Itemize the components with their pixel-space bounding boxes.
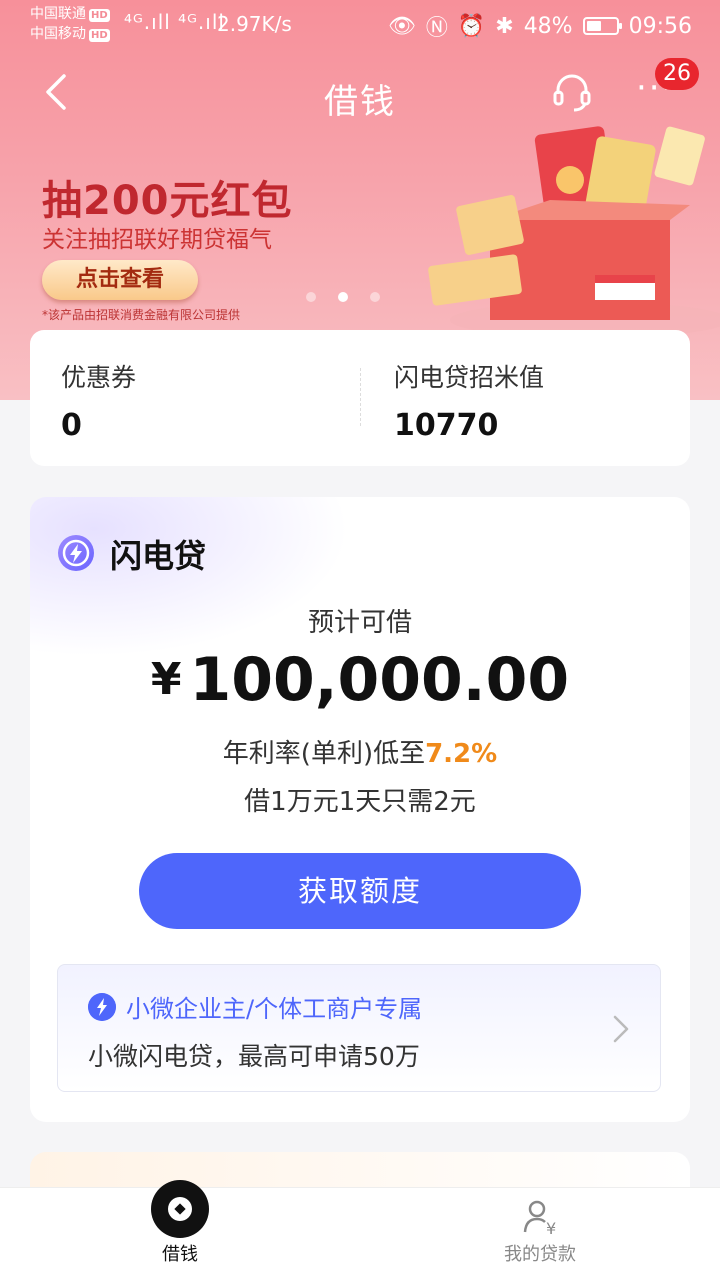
carrier-1: 中国联通 <box>30 6 86 22</box>
account-summary-card: 优惠券 0 闪电贷招米值 10770 <box>30 330 690 466</box>
promo-title: 小微企业主/个体工商户专属 <box>126 995 423 1023</box>
network-speed: 2.97K/s <box>217 12 292 36</box>
carrier-info: 中国联通 HD 中国移动 HD <box>30 4 110 44</box>
pagination-dot-active <box>338 292 348 302</box>
score-section[interactable]: 闪电贷招米值 10770 <box>394 358 544 443</box>
tab-borrow[interactable]: 借钱 <box>0 1180 360 1281</box>
carrier-2: 中国移动 <box>30 26 86 42</box>
notification-badge: 26 <box>655 58 699 90</box>
eye-icon: 👁 <box>387 13 416 39</box>
banner-view-button[interactable]: 点击查看 <box>42 260 198 300</box>
score-label: 闪电贷招米值 <box>394 363 545 392</box>
svg-text:¥: ¥ <box>546 1219 556 1238</box>
cost-line: 借1万元1天只需2元 <box>244 787 476 817</box>
coupon-count: 0 <box>61 408 82 443</box>
rate-line: 年利率(单利)低至7.2% <box>30 733 690 770</box>
loan-card: 闪电贷 预计可借 ¥100,000.00 年利率(单利)低至7.2% 借1万元1… <box>30 497 690 1122</box>
currency-symbol: ¥ <box>150 654 182 705</box>
hd-badge: HD <box>89 29 110 42</box>
score-value: 10770 <box>394 408 499 443</box>
rate-value: 7.2% <box>425 739 498 769</box>
nfc-icon: Ⓝ <box>425 16 448 41</box>
coupon-section[interactable]: 优惠券 0 <box>61 358 136 443</box>
hd-badge: HD <box>89 9 110 22</box>
divider <box>360 368 361 426</box>
small-business-promo[interactable]: 小微企业主/个体工商户专属 小微闪电贷，最高可申请50万 <box>57 964 661 1092</box>
tab-borrow-label: 借钱 <box>162 1244 198 1265</box>
coupon-label: 优惠券 <box>61 363 137 392</box>
get-credit-button[interactable]: 获取额度 <box>139 853 581 929</box>
alarm-icon: ⏰ <box>457 13 486 39</box>
loan-amount: ¥100,000.00 <box>30 645 690 715</box>
clock: 09:56 <box>628 13 692 39</box>
rate-prefix: 年利率(单利)低至 <box>222 739 426 769</box>
banner-disclaimer: *该产品由招联消费金融有限公司提供 <box>42 308 241 322</box>
status-right: 👁 Ⓝ ⏰ ✱ 48% 09:56 <box>388 10 692 42</box>
battery-text: 48% <box>523 13 573 39</box>
borrow-icon <box>151 1180 209 1238</box>
banner-pagination <box>306 292 380 302</box>
estimate-label: 预计可借 <box>307 608 412 638</box>
pagination-dot <box>306 292 316 302</box>
battery-icon <box>582 17 622 35</box>
lightning-icon <box>88 993 116 1021</box>
signal-icon: ⁴ᴳ.ıll ⁴ᴳ.ıll <box>124 10 225 34</box>
banner-title[interactable]: 抽200元红包 <box>42 168 293 226</box>
promo-subtitle: 小微闪电贷，最高可申请50万 <box>88 1042 420 1071</box>
lightning-icon <box>58 535 94 571</box>
chevron-right-icon <box>613 1015 629 1043</box>
amount-value: 100,000.00 <box>189 645 570 715</box>
gift-box-illustration <box>428 126 720 338</box>
pagination-dot <box>370 292 380 302</box>
loan-product-name: 闪电贷 <box>110 537 207 575</box>
bottom-tab-bar: 借钱 ¥ 我的贷款 <box>0 1180 720 1281</box>
status-bar: 中国联通 HD 中国移动 HD ⁴ᴳ.ıll ⁴ᴳ.ıll 2.97K/s 👁 Ⓝ … <box>0 0 720 50</box>
user-loan-icon: ¥ <box>523 1200 556 1238</box>
tab-my-loans-label: 我的贷款 <box>504 1244 576 1265</box>
bluetooth-icon: ✱ <box>495 13 514 39</box>
tab-my-loans[interactable]: ¥ 我的贷款 <box>360 1188 720 1281</box>
banner-subtitle: 关注抽招联好期贷福气 <box>42 227 272 253</box>
customer-service-icon[interactable] <box>552 72 592 112</box>
